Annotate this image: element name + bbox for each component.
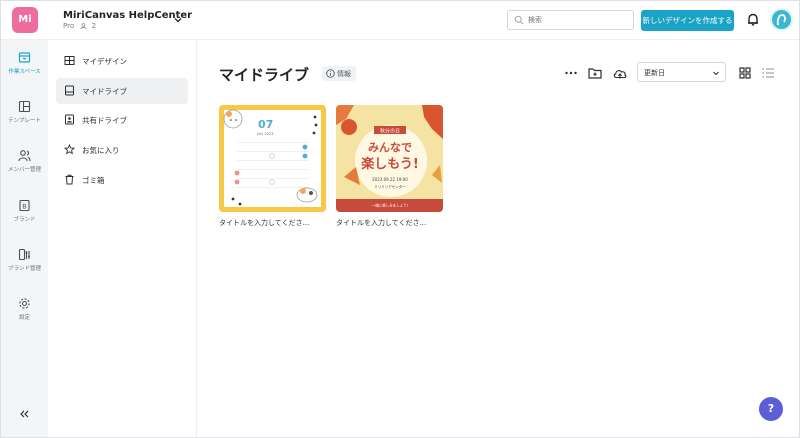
chevron-down-icon [713, 71, 719, 76]
nav-item-shared-drive[interactable]: 共有ドライブ [56, 107, 188, 133]
nav-label: 共有ドライブ [82, 116, 127, 125]
poster-footer: 一緒に楽しみましょう! [372, 203, 408, 208]
nav-label: マイデザイン [82, 57, 127, 66]
brand-icon: B [19, 199, 30, 212]
info-label: 情報 [337, 70, 351, 78]
rail-label: ブランド管理 [7, 266, 41, 272]
design-title[interactable]: タイトルを入力してくださ... [219, 218, 326, 228]
create-design-button[interactable]: 新しいデザインを作成する [641, 10, 734, 31]
avatar-logo-icon [776, 14, 786, 26]
members-icon [18, 150, 31, 162]
search-icon [514, 15, 524, 25]
nav-item-trash[interactable]: ゴミ箱 [56, 167, 188, 193]
nav-item-my-drive[interactable]: マイドライブ [56, 78, 188, 104]
design-title[interactable]: タイトルを入力してくださ... [336, 218, 443, 228]
nav-item-my-design[interactable]: マイデザイン [56, 48, 188, 74]
design-thumbnail[interactable]: 秋分の日 みんなで 楽しもう! 2023.09.22 19:00 ミリミリアセン… [336, 105, 443, 212]
info-icon [326, 69, 335, 78]
workspace-logo[interactable]: Mi [12, 7, 38, 33]
calendar-month-sub: July 2023 [256, 132, 273, 136]
nav-label: お気に入り [82, 146, 120, 155]
grid-view-icon[interactable] [737, 65, 753, 81]
brand-manage-icon [18, 248, 30, 261]
poster-date: 2023.09.22 19:00 [372, 177, 408, 182]
chevron-down-icon[interactable] [172, 14, 184, 26]
rail-item-workspace[interactable]: 作業スペース [1, 51, 48, 91]
template-icon [18, 100, 31, 113]
sort-value: 更新日 [644, 69, 665, 77]
poster-place: ミリミリアセンター [374, 184, 406, 189]
shared-drive-icon [65, 114, 74, 125]
search-box[interactable] [507, 10, 634, 30]
design-thumbnail[interactable]: 07 July 2023 [219, 105, 326, 212]
workspace-plan: Pro [63, 22, 75, 30]
trash-icon [65, 174, 74, 185]
members-count-icon [80, 23, 87, 29]
app-window: Mi MiriCanvas HelpCenter Pro 2 新しいデザインを作… [0, 0, 800, 438]
star-icon [64, 144, 75, 155]
collapse-sidebar-button[interactable] [18, 409, 30, 419]
left-rail: 作業スペース テンプレート メンバー管理 B ブランド ブランド管理 設定 [1, 40, 48, 437]
nav-label: マイドライブ [82, 87, 127, 96]
rail-label: テンプレート [8, 118, 41, 124]
sort-dropdown[interactable]: 更新日 [637, 62, 726, 82]
info-button[interactable]: 情報 [322, 66, 356, 81]
help-icon: ? [767, 402, 775, 415]
rail-item-members[interactable]: メンバー管理 [1, 149, 48, 189]
bell-icon[interactable] [746, 12, 760, 27]
new-folder-icon[interactable] [587, 65, 603, 81]
my-drive-icon [65, 85, 74, 96]
nav-label: ゴミ箱 [82, 176, 105, 185]
poster-line2: 楽しもう! [360, 156, 419, 172]
page-title: マイドライブ [219, 66, 310, 84]
main-content: マイドライブ 情報 更新日 07 July 2023 タイトルを入力してくださ.… [197, 40, 799, 437]
design-card[interactable]: 07 July 2023 タイトルを入力してくださ... [219, 105, 326, 228]
rail-item-brand-manage[interactable]: ブランド管理 [1, 248, 48, 288]
drive-navigation: マイデザイン マイドライブ 共有ドライブ お気に入り ゴミ箱 [48, 40, 197, 437]
poster-badge: 秋分の日 [380, 128, 400, 135]
member-count: 2 [91, 22, 97, 30]
calendar-month: 07 [258, 118, 273, 131]
svg-text:B: B [22, 202, 26, 210]
rail-label: メンバー管理 [7, 167, 41, 173]
rail-item-settings[interactable]: 設定 [1, 297, 48, 337]
nav-item-favorites[interactable]: お気に入り [56, 137, 188, 163]
settings-icon [19, 298, 30, 309]
more-options-icon[interactable] [563, 65, 579, 81]
design-card[interactable]: 秋分の日 みんなで 楽しもう! 2023.09.22 19:00 ミリミリアセン… [336, 105, 443, 228]
rail-label: 設定 [18, 315, 30, 321]
top-header: Mi MiriCanvas HelpCenter Pro 2 新しいデザインを作… [1, 1, 799, 40]
user-avatar[interactable] [770, 8, 793, 31]
workspace-meta: Pro 2 [63, 22, 96, 30]
poster-line1: みんなで [368, 141, 412, 154]
rail-label: 作業スペース [8, 69, 41, 75]
rail-item-template[interactable]: テンプレート [1, 100, 48, 140]
rail-label: ブランド [13, 217, 36, 223]
upload-cloud-icon[interactable] [612, 65, 628, 81]
list-view-icon[interactable] [760, 65, 776, 81]
rail-item-brand[interactable]: B ブランド [1, 199, 48, 239]
autumn-poster-thumbnail-graphic: 秋分の日 みんなで 楽しもう! 2023.09.22 19:00 ミリミリアセン… [336, 105, 443, 212]
workspace-icon [18, 52, 31, 63]
my-design-icon [64, 56, 75, 65]
help-button[interactable]: ? [759, 397, 783, 421]
calendar-thumbnail-graphic: 07 July 2023 [223, 109, 321, 207]
double-chevron-left-icon [20, 410, 29, 418]
search-input[interactable] [528, 12, 628, 28]
